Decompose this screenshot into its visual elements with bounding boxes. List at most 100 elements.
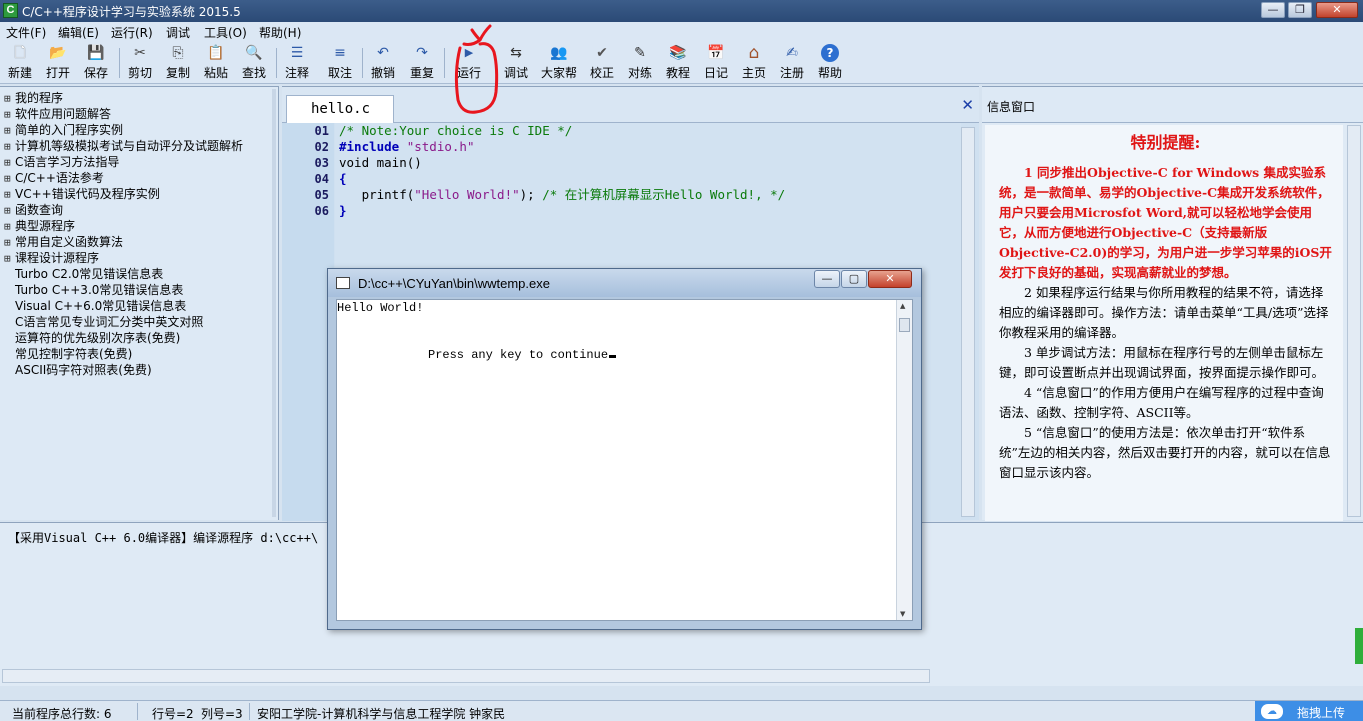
- code-line[interactable]: /* Note:Your choice is C IDE */: [335, 123, 961, 139]
- menu-tools[interactable]: 工具(O): [204, 24, 247, 41]
- tree-item[interactable]: ⊞ C语言学习方法指导: [0, 154, 278, 170]
- expand-plus-icon[interactable]: ⊞: [4, 155, 15, 171]
- tree-list: ⊞ 我的程序 ⊞ 软件应用问题解答 ⊞ 简单的入门程序实例 ⊞ 计算机等级模拟考试与自动评分及…: [0, 87, 278, 378]
- register-label: 注册: [779, 66, 804, 80]
- debug-button[interactable]: ⇆ 调试: [499, 43, 533, 83]
- tree-item[interactable]: ⊞ 我的程序: [0, 90, 278, 106]
- tree-item[interactable]: ⊞ 函数查询: [0, 202, 278, 218]
- line-number-status: 行号=2: [152, 707, 194, 721]
- expand-plus-icon[interactable]: ⊞: [4, 91, 15, 107]
- tree-item[interactable]: Visual C++6.0常见错误信息表: [0, 298, 278, 314]
- copy-button[interactable]: ⎘ 复制: [161, 43, 195, 83]
- code-line[interactable]: void main(): [335, 155, 961, 171]
- undo-button[interactable]: ↶ 撤销: [366, 43, 400, 83]
- console-minimize-button[interactable]: —: [814, 270, 840, 288]
- console-scrollbar[interactable]: ▲ ▼: [896, 300, 912, 620]
- scroll-up-arrow-icon[interactable]: ▲: [900, 302, 905, 310]
- register-button[interactable]: ✍ 注册: [775, 43, 809, 83]
- menu-edit[interactable]: 编辑(E): [58, 24, 99, 41]
- tree-item[interactable]: ⊞ 常用自定义函数算法: [0, 234, 278, 250]
- save-button[interactable]: 💾 保存: [79, 43, 113, 83]
- tree-item[interactable]: ⊞ VC++错误代码及程序实例: [0, 186, 278, 202]
- new-button[interactable]: 🗋 新建: [3, 43, 37, 83]
- console-maximize-button[interactable]: ▢: [841, 270, 867, 288]
- help-button[interactable]: ? 帮助: [813, 43, 847, 83]
- tree-item[interactable]: 常见控制字符表(免费): [0, 346, 278, 362]
- expand-plus-icon[interactable]: ⊞: [4, 187, 15, 203]
- expand-plus-icon[interactable]: ⊞: [4, 235, 15, 251]
- maximize-button[interactable]: ❐: [1288, 2, 1312, 18]
- info-scrollbar[interactable]: [1347, 125, 1361, 517]
- tree-item[interactable]: 运算符的优先级别次序表(免费): [0, 330, 278, 346]
- expand-plus-icon[interactable]: ⊞: [4, 123, 15, 139]
- help-each-other-label: 大家帮: [540, 66, 577, 80]
- console-close-button[interactable]: ✕: [868, 270, 912, 288]
- diary-label: 日记: [703, 66, 728, 80]
- code-line[interactable]: }: [335, 203, 961, 219]
- help-each-other-button[interactable]: 👥 大家帮: [538, 43, 580, 83]
- practice-button[interactable]: ✎ 对练: [623, 43, 657, 83]
- open-button[interactable]: 📂 打开: [41, 43, 75, 83]
- uncomment-button[interactable]: ≡ 取注: [323, 43, 357, 83]
- output-horizontal-scrollbar[interactable]: [2, 669, 930, 683]
- run-icon: ▶: [464, 46, 474, 59]
- tutorial-button[interactable]: 📚 教程: [661, 43, 695, 83]
- tree-item[interactable]: ⊞ 课程设计源程序: [0, 250, 278, 266]
- tree-item[interactable]: C语言常见专业词汇分类中英文对照: [0, 314, 278, 330]
- menu-debug[interactable]: 调试: [166, 24, 190, 41]
- scroll-down-arrow-icon[interactable]: ▼: [900, 610, 905, 618]
- code-token: "stdio.h": [406, 139, 475, 154]
- menu-file[interactable]: 文件(F): [6, 24, 46, 41]
- expand-plus-icon[interactable]: ⊞: [4, 107, 15, 123]
- tree-item[interactable]: ⊞ C/C++语法参考: [0, 170, 278, 186]
- console-window[interactable]: D:\cc++\CYuYan\bin\wwtemp.exe — ▢ ✕ Hell…: [327, 268, 922, 630]
- console-title-bar[interactable]: D:\cc++\CYuYan\bin\wwtemp.exe — ▢ ✕: [328, 269, 921, 297]
- tree-item[interactable]: ⊞ 简单的入门程序实例: [0, 122, 278, 138]
- line-number[interactable]: 03: [282, 155, 334, 171]
- proofread-button[interactable]: ✔ 校正: [585, 43, 619, 83]
- expand-plus-icon[interactable]: ⊞: [4, 203, 15, 219]
- close-button[interactable]: ✕: [1316, 2, 1358, 18]
- diary-button[interactable]: 📅 日记: [699, 43, 733, 83]
- tree-item[interactable]: ASCII码字符对照表(免费): [0, 362, 278, 378]
- editor-scrollbar[interactable]: [961, 127, 975, 517]
- tree-item[interactable]: ⊞ 典型源程序: [0, 218, 278, 234]
- console-output[interactable]: Hello World! Press any key to continue ▲…: [336, 299, 913, 621]
- comment-button[interactable]: ☰ 注释: [280, 43, 314, 83]
- code-line[interactable]: printf("Hello World!"); /* 在计算机屏幕显示Hello…: [335, 187, 961, 203]
- line-number[interactable]: 01: [282, 123, 334, 139]
- tree-item-label: 我的程序: [15, 91, 64, 105]
- tree-item[interactable]: Turbo C2.0常见错误信息表: [0, 266, 278, 282]
- cut-button[interactable]: ✂ 剪切: [123, 43, 157, 83]
- tree-item[interactable]: ⊞ 软件应用问题解答: [0, 106, 278, 122]
- minimize-button[interactable]: —: [1261, 2, 1285, 18]
- home-button[interactable]: ⌂ 主页: [737, 43, 771, 83]
- cloud-icon: ☁: [1261, 704, 1283, 719]
- toolbar: 🗋 新建 📂 打开 💾 保存 ✂ 剪切 ⎘ 复制 📋 粘贴 🔍 查找 ☰ 注释 ≡ 取注 ↶ 撤销 …: [0, 42, 1363, 84]
- run-button[interactable]: ▶ 运行: [448, 43, 490, 83]
- expand-plus-icon[interactable]: ⊞: [4, 219, 15, 235]
- menu-run[interactable]: 运行(R): [111, 24, 153, 41]
- expand-plus-icon[interactable]: ⊞: [4, 171, 15, 187]
- tree-scrollbar[interactable]: [272, 89, 276, 517]
- code-line[interactable]: {: [335, 171, 961, 187]
- line-number[interactable]: 06: [282, 203, 334, 219]
- tree-item[interactable]: ⊞ 计算机等级模拟考试与自动评分及试题解析: [0, 138, 278, 154]
- find-label: 查找: [241, 66, 266, 80]
- tree-item[interactable]: Turbo C++3.0常见错误信息表: [0, 282, 278, 298]
- line-number[interactable]: 05: [282, 187, 334, 203]
- redo-button[interactable]: ↷ 重复: [405, 43, 439, 83]
- find-button[interactable]: 🔍 查找: [237, 43, 271, 83]
- tab-hello-c[interactable]: hello.c: [286, 95, 394, 123]
- close-tab-icon[interactable]: ✕: [961, 96, 974, 114]
- code-line[interactable]: #include "stdio.h": [335, 139, 961, 155]
- menu-help[interactable]: 帮助(H): [259, 24, 301, 41]
- console-scroll-thumb[interactable]: [899, 318, 910, 332]
- expand-plus-icon[interactable]: ⊞: [4, 139, 15, 155]
- line-number[interactable]: 02: [282, 139, 334, 155]
- drag-upload-button[interactable]: ☁ 拖拽上传: [1255, 701, 1363, 721]
- expand-plus-icon[interactable]: ⊞: [4, 251, 15, 267]
- line-number[interactable]: 04: [282, 171, 334, 187]
- code-token: void main(): [339, 155, 422, 170]
- paste-button[interactable]: 📋 粘贴: [199, 43, 233, 83]
